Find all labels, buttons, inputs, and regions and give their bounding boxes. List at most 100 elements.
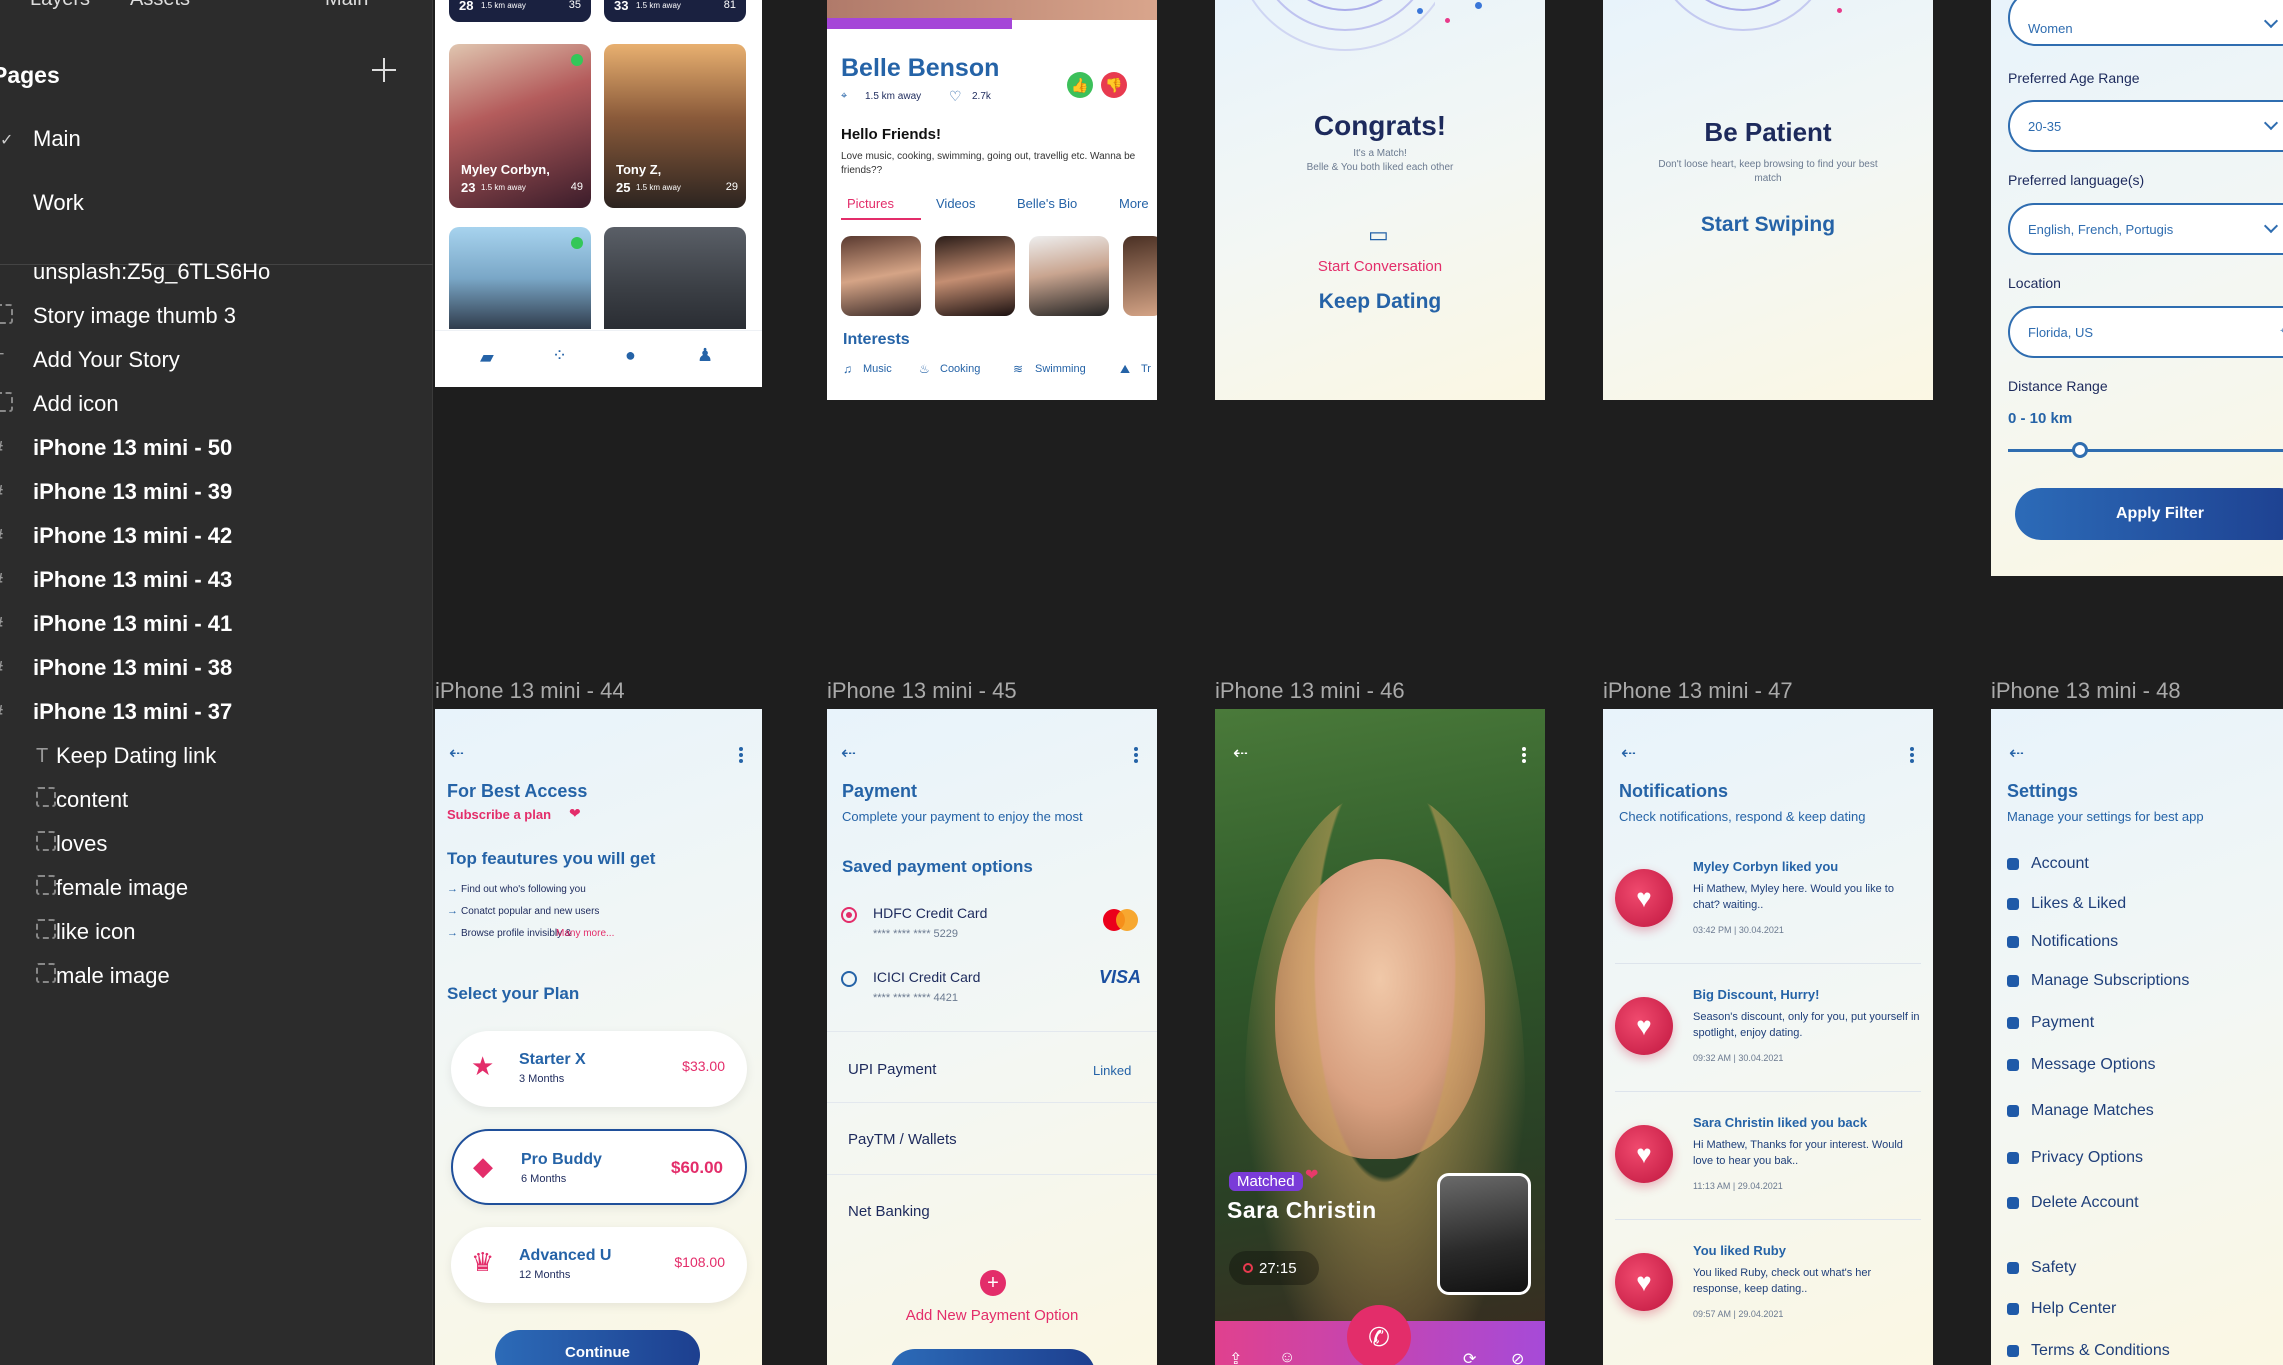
top-card-1[interactable]: 28 1.5 km away 35 (449, 0, 591, 22)
radio-selected[interactable] (841, 907, 857, 923)
dislike-icon[interactable]: 👎 (1101, 72, 1127, 98)
more-vertical-icon[interactable] (1910, 747, 1914, 763)
keep-dating-link[interactable]: Keep Dating (1215, 290, 1545, 314)
tab-main[interactable]: Main (325, 0, 368, 11)
grid-icon[interactable]: ⁘ (552, 345, 567, 366)
layer-row[interactable]: male image (36, 944, 170, 1008)
start-swiping-link[interactable]: Start Swiping (1603, 213, 1933, 237)
notification-title[interactable]: Big Discount, Hurry! (1693, 987, 1819, 1002)
paytm-option[interactable]: PayTM / Wallets (848, 1131, 957, 1148)
settings-item[interactable]: Terms & Conditions (2007, 1342, 2170, 1360)
settings-item[interactable]: Safety (2007, 1259, 2076, 1277)
frame-label[interactable]: iPhone 13 mini - 46 (1215, 678, 1405, 704)
frame-discover[interactable]: 28 1.5 km away 35 33 1.5 km away 81 Myle… (435, 0, 762, 387)
gallery-photo-4[interactable] (1123, 236, 1157, 316)
settings-item[interactable]: Manage Subscriptions (2007, 972, 2189, 990)
frame-notifications[interactable]: ⇠ Notifications Check notifications, res… (1603, 709, 1933, 1365)
start-conversation-link[interactable]: Start Conversation (1215, 258, 1545, 275)
add-payment-link[interactable]: Add New Payment Option (827, 1307, 1157, 1324)
apply-filter-button[interactable]: Apply Filter (2015, 488, 2283, 540)
cards-icon[interactable]: ▰ (480, 347, 494, 368)
frame-payment[interactable]: ⇠ Payment Complete your payment to enjoy… (827, 709, 1157, 1365)
back-arrow-icon[interactable]: ⇠ (1621, 743, 1636, 764)
notification-title[interactable]: Myley Corbyn liked you (1693, 859, 1838, 874)
distance-slider-track[interactable] (2008, 442, 2283, 458)
back-arrow-icon[interactable]: ⇠ (1233, 743, 1248, 764)
settings-item[interactable]: Message Options (2007, 1056, 2156, 1074)
frame-filter[interactable]: Women Preferred Age Range 20-35 Preferre… (1991, 0, 2283, 576)
frame-label[interactable]: iPhone 13 mini - 47 (1603, 678, 1793, 704)
back-arrow-icon[interactable]: ⇠ (2009, 743, 2024, 764)
tab-bio[interactable]: Belle's Bio (1017, 196, 1077, 211)
age-range-select[interactable]: 20-35 (2008, 100, 2283, 152)
heart-icon[interactable]: ♥ (1615, 1253, 1673, 1311)
many-more-link[interactable]: Many more... (556, 928, 614, 939)
gallery-photo-1[interactable] (841, 236, 921, 316)
frame-settings[interactable]: ⇠ Settings Manage your settings for best… (1991, 709, 2283, 1365)
settings-item[interactable]: Payment (2007, 1014, 2094, 1032)
chat-icon[interactable]: ● (625, 345, 636, 366)
distance-slider-knob[interactable] (2072, 442, 2088, 458)
more-vertical-icon[interactable] (1134, 747, 1138, 763)
heart-icon[interactable]: ♥ (1615, 997, 1673, 1055)
back-arrow-icon[interactable]: ⇠ (449, 743, 464, 764)
plan-card[interactable]: ◆ Pro Buddy 6 Months $60.00 (451, 1129, 747, 1205)
tab-videos[interactable]: Videos (936, 196, 976, 211)
tab-assets[interactable]: Assets (130, 0, 190, 11)
frame-label[interactable]: iPhone 13 mini - 48 (1991, 678, 2181, 704)
frame-label[interactable]: iPhone 13 mini - 45 (827, 678, 1017, 704)
settings-item[interactable]: Account (2007, 855, 2089, 873)
gender-select[interactable]: Women (2008, 0, 2283, 46)
language-select[interactable]: English, French, Portugis (2008, 203, 2283, 255)
profile-icon[interactable]: ♟ (697, 345, 713, 366)
profile-card-tony[interactable]: Tony Z, 25 1.5 km away 29 (604, 44, 746, 208)
switch-camera-icon[interactable]: ⟳ (1463, 1349, 1476, 1365)
frame-be-patient[interactable]: Be Patient Don't loose heart, keep brows… (1603, 0, 1933, 400)
netbanking-option[interactable]: Net Banking (848, 1203, 930, 1220)
frame-video-call[interactable]: ⇠ Matched ❤ Sara Christin 27:15 ✆ ⇪ ☺ ⟳ … (1215, 709, 1545, 1365)
emoji-icon[interactable]: ☺ (1279, 1349, 1295, 1365)
back-arrow-icon[interactable]: ⇠ (841, 743, 856, 764)
heart-icon[interactable]: ♥ (1615, 869, 1673, 927)
share-icon[interactable]: ⇪ (1229, 1349, 1242, 1365)
top-card-2[interactable]: 33 1.5 km away 81 (604, 0, 746, 22)
tab-more[interactable]: More (1119, 196, 1149, 211)
self-view-video[interactable] (1437, 1173, 1531, 1295)
frame-label[interactable]: iPhone 13 mini - 44 (435, 678, 625, 704)
radio-unselected[interactable] (841, 971, 857, 987)
add-icon[interactable]: + (980, 1270, 1006, 1296)
notification-title[interactable]: Sara Christin liked you back (1693, 1115, 1867, 1130)
profile-card-4[interactable] (604, 227, 746, 329)
settings-item[interactable]: Help Center (2007, 1300, 2116, 1318)
notification-title[interactable]: You liked Ruby (1693, 1243, 1786, 1258)
gallery-photo-2[interactable] (935, 236, 1015, 316)
profile-card-myley[interactable]: Myley Corbyn, 23 1.5 km away 49 (449, 44, 591, 208)
pay-button[interactable] (890, 1349, 1095, 1365)
like-icon[interactable]: 👍 (1067, 72, 1093, 98)
frame-plans[interactable]: ⇠ For Best Access Subscribe a plan ❤ Top… (435, 709, 762, 1365)
chat-bubble-icon[interactable]: ▭ (1368, 222, 1389, 248)
plan-card[interactable]: ♛ Advanced U 12 Months $108.00 (451, 1227, 747, 1303)
heart-icon[interactable]: ♥ (1615, 1125, 1673, 1183)
settings-item[interactable]: Manage Matches (2007, 1102, 2154, 1120)
frame-congrats[interactable]: Congrats! It's a Match! Belle & You both… (1215, 0, 1545, 400)
settings-item[interactable]: Delete Account (2007, 1194, 2139, 1212)
settings-item[interactable]: Privacy Options (2007, 1149, 2143, 1167)
plan-card[interactable]: ★ Starter X 3 Months $33.00 (451, 1031, 747, 1107)
gallery-photo-3[interactable] (1029, 236, 1109, 316)
continue-button[interactable]: Continue (495, 1330, 700, 1365)
chevron-down-icon[interactable]: ✓ (0, 130, 13, 150)
tab-layers[interactable]: Layers (30, 0, 90, 11)
frame-profile[interactable]: Belle Benson 👍 👎 ⌖ 1.5 km away ♡ 2.7k He… (827, 0, 1157, 400)
location-input[interactable]: Florida, US⌖ (2008, 306, 2283, 358)
more-vertical-icon[interactable] (739, 747, 743, 763)
add-page-button[interactable] (372, 58, 396, 82)
upi-payment-option[interactable]: UPI Payment (848, 1061, 936, 1078)
settings-item[interactable]: Likes & Liked (2007, 895, 2126, 913)
page-work[interactable]: Work (33, 190, 84, 216)
tab-pictures[interactable]: Pictures (847, 196, 894, 211)
profile-card-3[interactable] (449, 227, 591, 329)
video-off-icon[interactable]: ⊘ (1511, 1349, 1524, 1365)
page-main[interactable]: Main (33, 126, 81, 152)
more-vertical-icon[interactable] (1522, 747, 1526, 763)
